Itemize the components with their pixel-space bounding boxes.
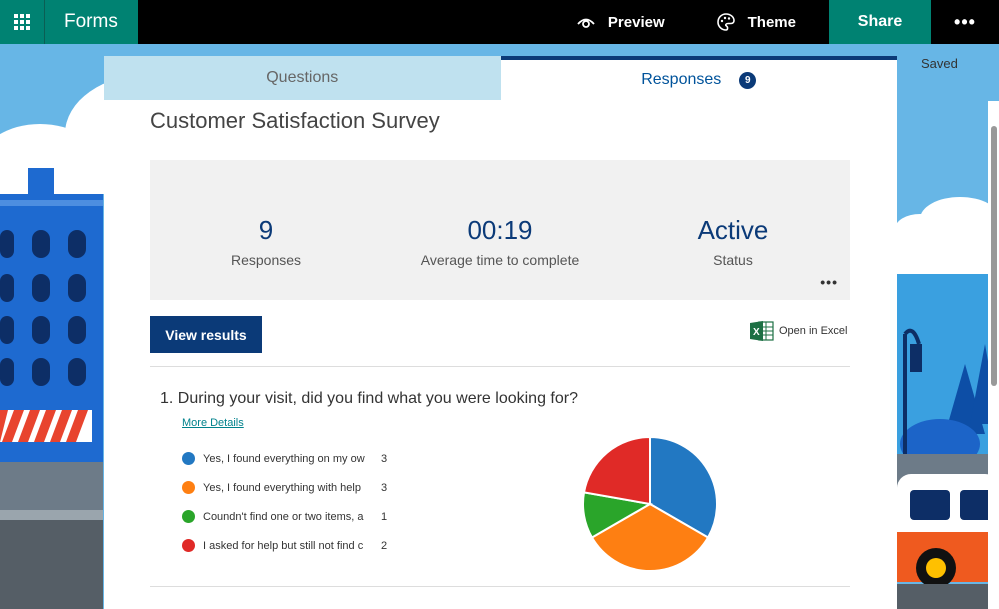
app-launcher-button[interactable] (0, 0, 45, 44)
theme-button[interactable]: Theme (716, 0, 796, 44)
legend-label: Yes, I found everything on my ow (203, 452, 365, 465)
stat-avg-time: 00:19 Average time to complete (390, 215, 610, 268)
saved-status: Saved (921, 56, 958, 71)
legend-item: Coundn't find one or two items, a 1 (182, 510, 392, 523)
preview-button[interactable]: Preview (577, 0, 665, 44)
legend-dot (182, 539, 195, 552)
view-results-button[interactable]: View results (150, 316, 262, 353)
summary-more-button[interactable]: ••• (820, 274, 838, 290)
pie-slice (582, 435, 651, 506)
eye-icon (577, 18, 595, 28)
app-name[interactable]: Forms (45, 0, 138, 44)
divider (150, 366, 850, 367)
pie-chart (582, 435, 718, 572)
responses-label: Responses (230, 252, 302, 268)
stat-responses: 9 Responses (156, 215, 376, 268)
summary-card: 9 Responses 00:19 Average time to comple… (150, 160, 850, 300)
theme-label: Theme (747, 13, 796, 31)
legend-label: Yes, I found everything with help (203, 481, 361, 494)
question-title: 1. During your visit, did you find what … (160, 390, 578, 407)
waffle-icon (14, 14, 30, 30)
legend-label: I asked for help but still not find c (203, 539, 364, 552)
legend-item: Yes, I found everything on my ow 3 (182, 452, 392, 465)
open-in-excel-link[interactable]: X Open in Excel (750, 320, 847, 342)
palette-icon (716, 13, 735, 31)
legend-item: I asked for help but still not find c 2 (182, 539, 392, 552)
avg-time-label: Average time to complete (420, 252, 580, 268)
legend-count: 3 (381, 452, 388, 465)
responses-value: 9 (258, 215, 274, 245)
avg-time-value: 00:19 (467, 215, 533, 245)
tab-bar: Questions Responses 9 (104, 56, 897, 100)
preview-label: Preview (607, 13, 665, 31)
responses-count-badge: 9 (739, 71, 757, 89)
main-panel: Questions Responses 9 Customer Satisfact… (104, 56, 897, 609)
stat-status: Active Status (623, 215, 843, 268)
share-button[interactable]: Share (829, 0, 931, 44)
scrollbar-thumb[interactable] (991, 126, 997, 386)
legend-item: Yes, I found everything with help 3 (182, 481, 392, 494)
status-label: Status (713, 252, 753, 268)
tab-responses[interactable]: Responses 9 (500, 56, 897, 100)
open-in-excel-label: Open in Excel (779, 325, 848, 337)
legend-dot (182, 510, 195, 523)
legend-label: Coundn't find one or two items, a (203, 510, 364, 523)
scrollbar[interactable] (988, 101, 999, 609)
status-value: Active (697, 215, 769, 245)
svg-text:X: X (753, 327, 760, 338)
tab-questions[interactable]: Questions (104, 56, 501, 100)
survey-title: Customer Satisfaction Survey (150, 108, 440, 133)
top-bar: Forms Preview Theme Share ••• (0, 0, 999, 44)
legend-count: 3 (381, 481, 388, 494)
tab-responses-label: Responses (641, 71, 722, 88)
legend-count: 2 (381, 539, 388, 552)
legend-dot (182, 452, 195, 465)
legend-count: 1 (381, 510, 388, 523)
legend-dot (182, 481, 195, 494)
more-options-button[interactable]: ••• (931, 0, 999, 44)
divider (150, 586, 850, 587)
tab-questions-label: Questions (266, 69, 339, 86)
more-details-link[interactable]: More Details (182, 417, 244, 429)
excel-icon: X (750, 321, 774, 341)
